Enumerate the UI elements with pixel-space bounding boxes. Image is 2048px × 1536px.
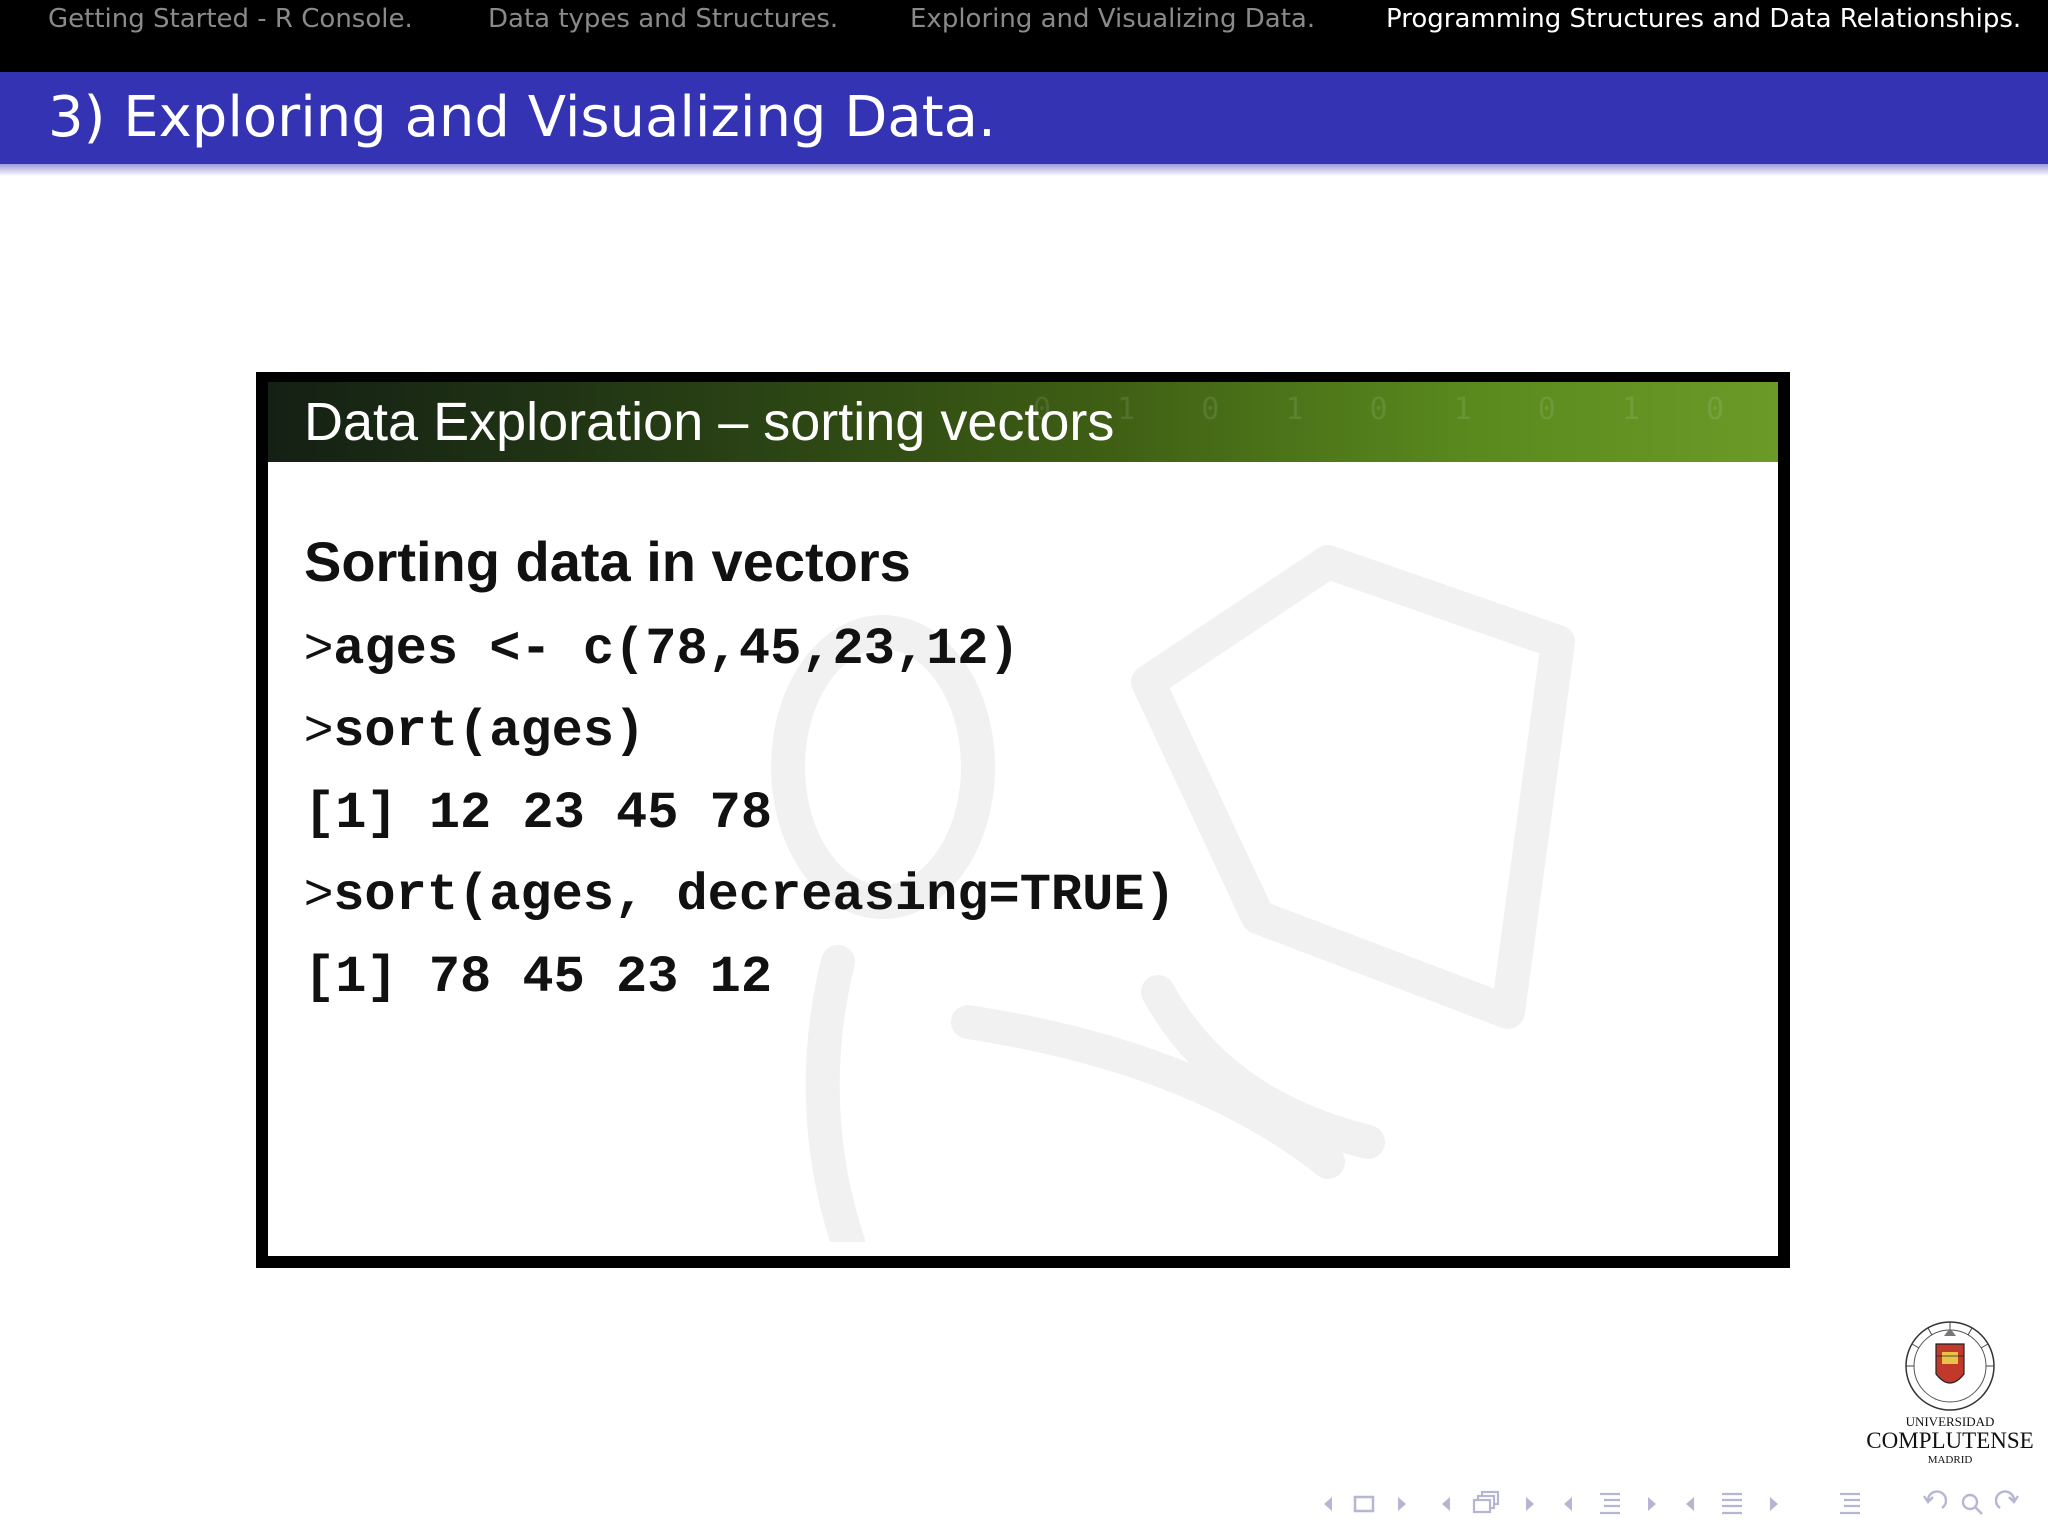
code-text: ages <- c(78,45,23,12) <box>333 620 1020 679</box>
subsection-prev-icon[interactable] <box>1564 1497 1572 1511</box>
embedded-slide: 0 1 0 1 0 1 0 1 0 Data Exploration – sor… <box>256 372 1790 1268</box>
section-next-icon[interactable] <box>1770 1497 1778 1511</box>
logo-text-madrid: MADRID <box>1927 1454 1973 1466</box>
section-icon[interactable] <box>1722 1492 1742 1515</box>
toc-nav <box>1836 1486 1866 1522</box>
code-line: >ages <- c(78,45,23,12) <box>304 616 1020 679</box>
subsection-next-icon[interactable] <box>1648 1497 1656 1511</box>
section-nav-group <box>1680 1486 1786 1522</box>
code-text: sort(ages, decreasing=TRUE) <box>333 866 1176 925</box>
subsection-nav-group <box>1558 1486 1664 1522</box>
slide-next-icon[interactable] <box>1398 1497 1406 1511</box>
university-logo: UNIVERSIDAD COMPLUTENSE MADRID <box>1862 1316 2038 1468</box>
nav-section-data-types[interactable]: Data types and Structures. <box>488 0 838 38</box>
slide-heading: Sorting data in vectors <box>304 530 911 593</box>
frame-next-icon[interactable] <box>1526 1497 1534 1511</box>
code-line: >sort(ages) <box>304 698 646 761</box>
code-line: >sort(ages, decreasing=TRUE) <box>304 862 1176 925</box>
frame-title-bar: 3) Exploring and Visualizing Data. <box>0 72 2048 176</box>
console-prompt: > <box>304 700 334 756</box>
code-text: [1] 78 45 23 12 <box>304 948 773 1007</box>
university-seal-icon <box>1905 1321 1995 1411</box>
slide-header-title: Data Exploration – sorting vectors <box>304 392 1115 452</box>
slide-header-band: 0 1 0 1 0 1 0 1 0 Data Exploration – sor… <box>268 382 1778 462</box>
subsection-icon[interactable] <box>1600 1492 1620 1515</box>
frame-title: 3) Exploring and Visualizing Data. <box>48 85 996 150</box>
code-text: sort(ages) <box>333 702 646 761</box>
nav-section-programming-structures[interactable]: Programming Structures and Data Relation… <box>1386 0 2021 38</box>
console-prompt: > <box>304 864 334 920</box>
binary-digits-decoration: 0 1 0 1 0 1 0 1 0 <box>1032 392 1748 427</box>
nav-section-getting-started[interactable]: Getting Started - R Console. <box>48 0 413 38</box>
title-bar-shadow <box>0 164 2048 176</box>
search-icon[interactable] <box>1961 1493 1979 1511</box>
nav-section-exploring-visualizing[interactable]: Exploring and Visualizing Data. <box>910 0 1315 38</box>
slide-nav-group <box>1318 1486 1414 1522</box>
section-navigation-bar: Getting Started - R Console. Data types … <box>0 0 2048 72</box>
code-output-line: [1] 78 45 23 12 <box>304 944 773 1007</box>
toc-icon[interactable] <box>1836 1486 1866 1522</box>
section-prev-icon[interactable] <box>1686 1497 1694 1511</box>
code-text: [1] 12 23 45 78 <box>304 784 773 843</box>
logo-text-complutense: COMPLUTENSE <box>1866 1428 2034 1453</box>
frame-nav-group <box>1436 1486 1542 1522</box>
frame-prev-icon[interactable] <box>1442 1497 1450 1511</box>
slide-icon[interactable] <box>1353 1495 1375 1513</box>
frame-icon[interactable] <box>1472 1490 1500 1514</box>
slide-prev-icon[interactable] <box>1324 1497 1332 1511</box>
history-search-nav <box>1918 1486 2028 1522</box>
code-output-line: [1] 12 23 45 78 <box>304 780 773 843</box>
embedded-slide-content: 0 1 0 1 0 1 0 1 0 Data Exploration – sor… <box>268 382 1778 1256</box>
console-prompt: > <box>304 618 334 674</box>
